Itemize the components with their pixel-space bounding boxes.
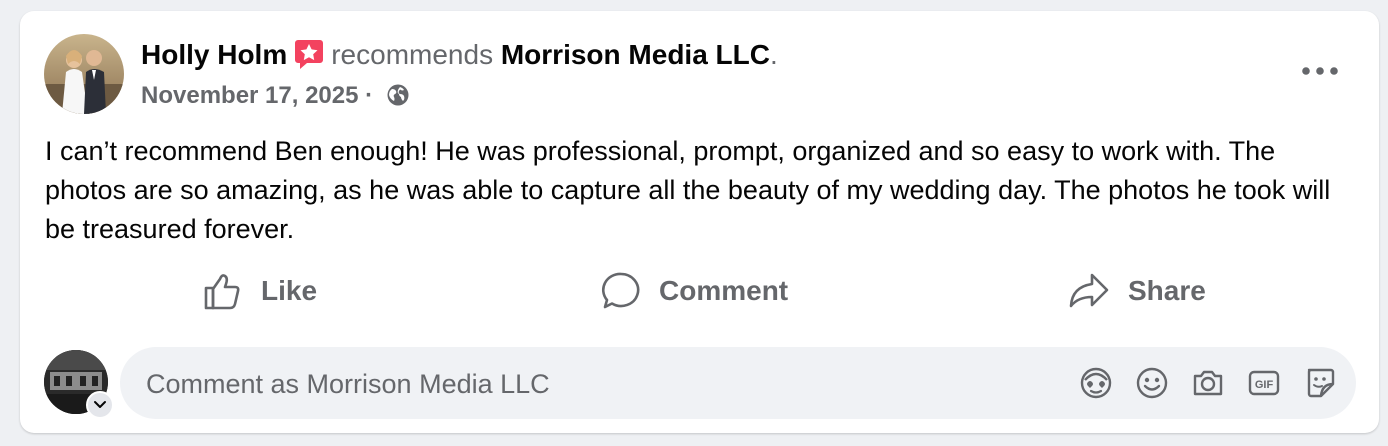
recommendation-badge-icon: [293, 38, 325, 79]
comment-input[interactable]: [144, 347, 1028, 421]
comment-label: Comment: [659, 275, 789, 306]
post-date[interactable]: November 17, 2025: [141, 82, 358, 109]
post-actions: Like Comment Share: [20, 267, 1379, 315]
comment-bubble-icon: [602, 272, 640, 309]
like-label: Like: [261, 275, 318, 306]
share-label: Share: [1128, 275, 1206, 306]
header-period: .: [769, 39, 778, 70]
post-meta: November 17, 2025 ·: [141, 81, 410, 115]
post-card: Holly Holm recommends Morrison Media LLC…: [20, 11, 1379, 433]
thumbs-up-icon: [204, 274, 240, 310]
share-button[interactable]: Share: [1068, 267, 1206, 315]
more-options-button[interactable]: [1300, 63, 1340, 79]
camera-icon[interactable]: [1191, 366, 1225, 400]
like-button[interactable]: Like: [203, 267, 317, 315]
emoji-icon[interactable]: [1135, 366, 1169, 400]
date-separator: ·: [365, 82, 374, 109]
post-header: Holly Holm recommends Morrison Media LLC…: [141, 37, 778, 79]
more-dots-icon: [1302, 67, 1338, 75]
comment-button[interactable]: Comment: [601, 267, 788, 315]
sticker-icon[interactable]: [1303, 366, 1337, 400]
share-arrow-icon: [1069, 273, 1109, 308]
post-body: I can’t recommend Ben enough! He was pro…: [45, 136, 1331, 244]
author-name[interactable]: Holly Holm: [141, 39, 287, 70]
avatar-sticker-icon[interactable]: [1079, 366, 1113, 400]
svg-text:GIF: GIF: [1255, 379, 1274, 391]
switch-profile-chevron-icon[interactable]: [86, 391, 114, 419]
author-avatar[interactable]: [44, 34, 124, 114]
comment-composer: GIF: [120, 347, 1356, 421]
gif-icon[interactable]: GIF: [1247, 366, 1281, 400]
recommends-text: recommends: [331, 39, 494, 70]
page-name-link[interactable]: Morrison Media LLC: [501, 39, 770, 70]
globe-icon[interactable]: [386, 83, 410, 115]
